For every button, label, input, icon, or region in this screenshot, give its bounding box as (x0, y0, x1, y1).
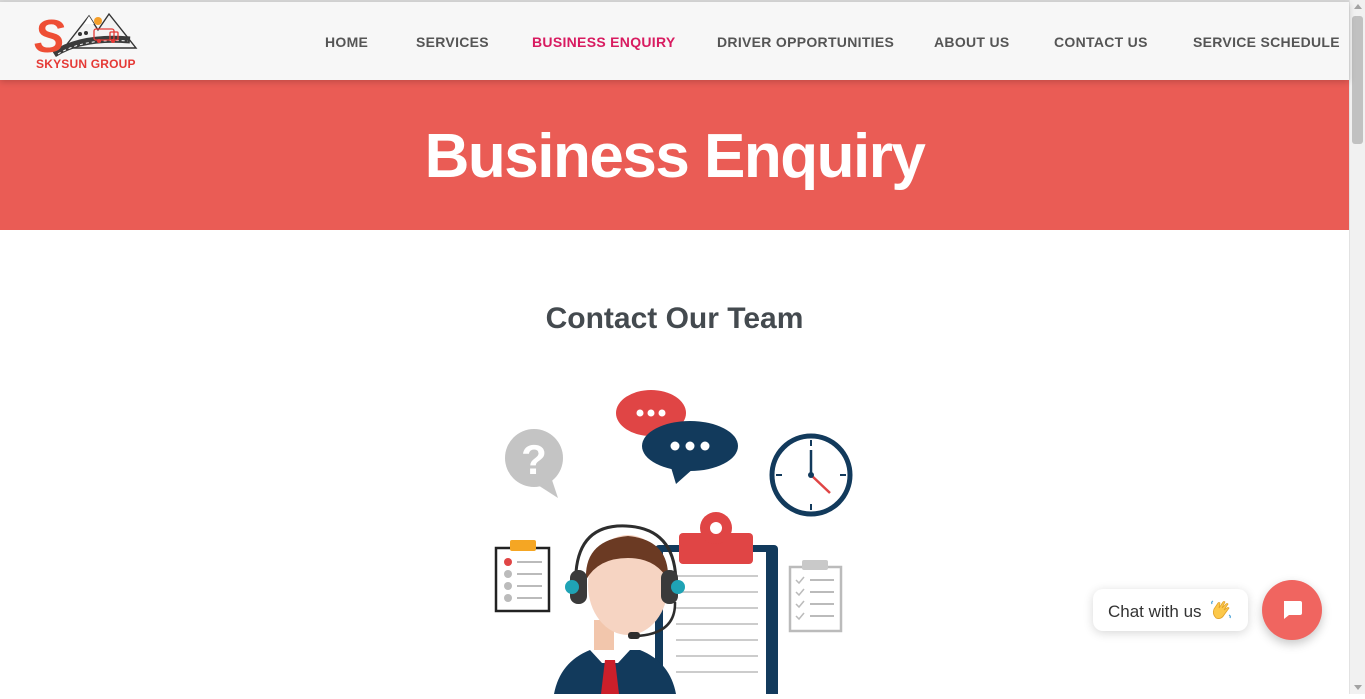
chat-prompt-label: Chat with us (1108, 602, 1202, 621)
hero-banner: Business Enquiry (0, 80, 1349, 230)
nav-home[interactable]: HOME (325, 34, 368, 50)
chat-launcher-button[interactable] (1262, 580, 1322, 640)
nav-business-enquiry[interactable]: BUSINESS ENQUIRY (532, 34, 676, 50)
brand-name: SKYSUN GROUP (36, 57, 136, 71)
svg-text:?: ? (521, 436, 547, 483)
nav-contact-us[interactable]: CONTACT US (1054, 34, 1148, 50)
page-title: Business Enquiry (424, 122, 926, 191)
site-header: S SKYSUN GROUP HOME SERVICES BUSINESS EN… (0, 2, 1349, 80)
nav-services[interactable]: SERVICES (416, 34, 489, 50)
checklist-clipboard-icon (494, 540, 551, 613)
checklist-clipboard-gray-icon (788, 560, 843, 633)
scroll-down-arrow-icon[interactable] (1354, 685, 1362, 690)
nav-about-us[interactable]: ABOUT US (934, 34, 1010, 50)
chat-prompt-bubble[interactable]: Chat with us (1093, 589, 1248, 631)
scrollbar-thumb[interactable] (1352, 16, 1363, 144)
section-title: Contact Our Team (545, 302, 804, 335)
scroll-up-arrow-icon[interactable] (1354, 4, 1362, 9)
clock-icon (769, 433, 853, 517)
logo-mark-icon: S (34, 10, 138, 62)
contact-team-illustration: ? (480, 380, 870, 699)
navy-speech-bubble-icon (642, 421, 738, 484)
site-logo[interactable]: S SKYSUN GROUP (34, 10, 144, 74)
nav-service-schedule[interactable]: SERVICE SCHEDULE (1193, 34, 1340, 50)
chat-icon (1284, 601, 1302, 619)
waving-hand-icon (1211, 600, 1231, 619)
page-scrollbar[interactable] (1349, 0, 1365, 694)
svg-text:S: S (34, 10, 65, 60)
nav-driver-opportunities[interactable]: DRIVER OPPORTUNITIES (717, 34, 894, 50)
question-bubble-icon: ? (505, 429, 563, 498)
